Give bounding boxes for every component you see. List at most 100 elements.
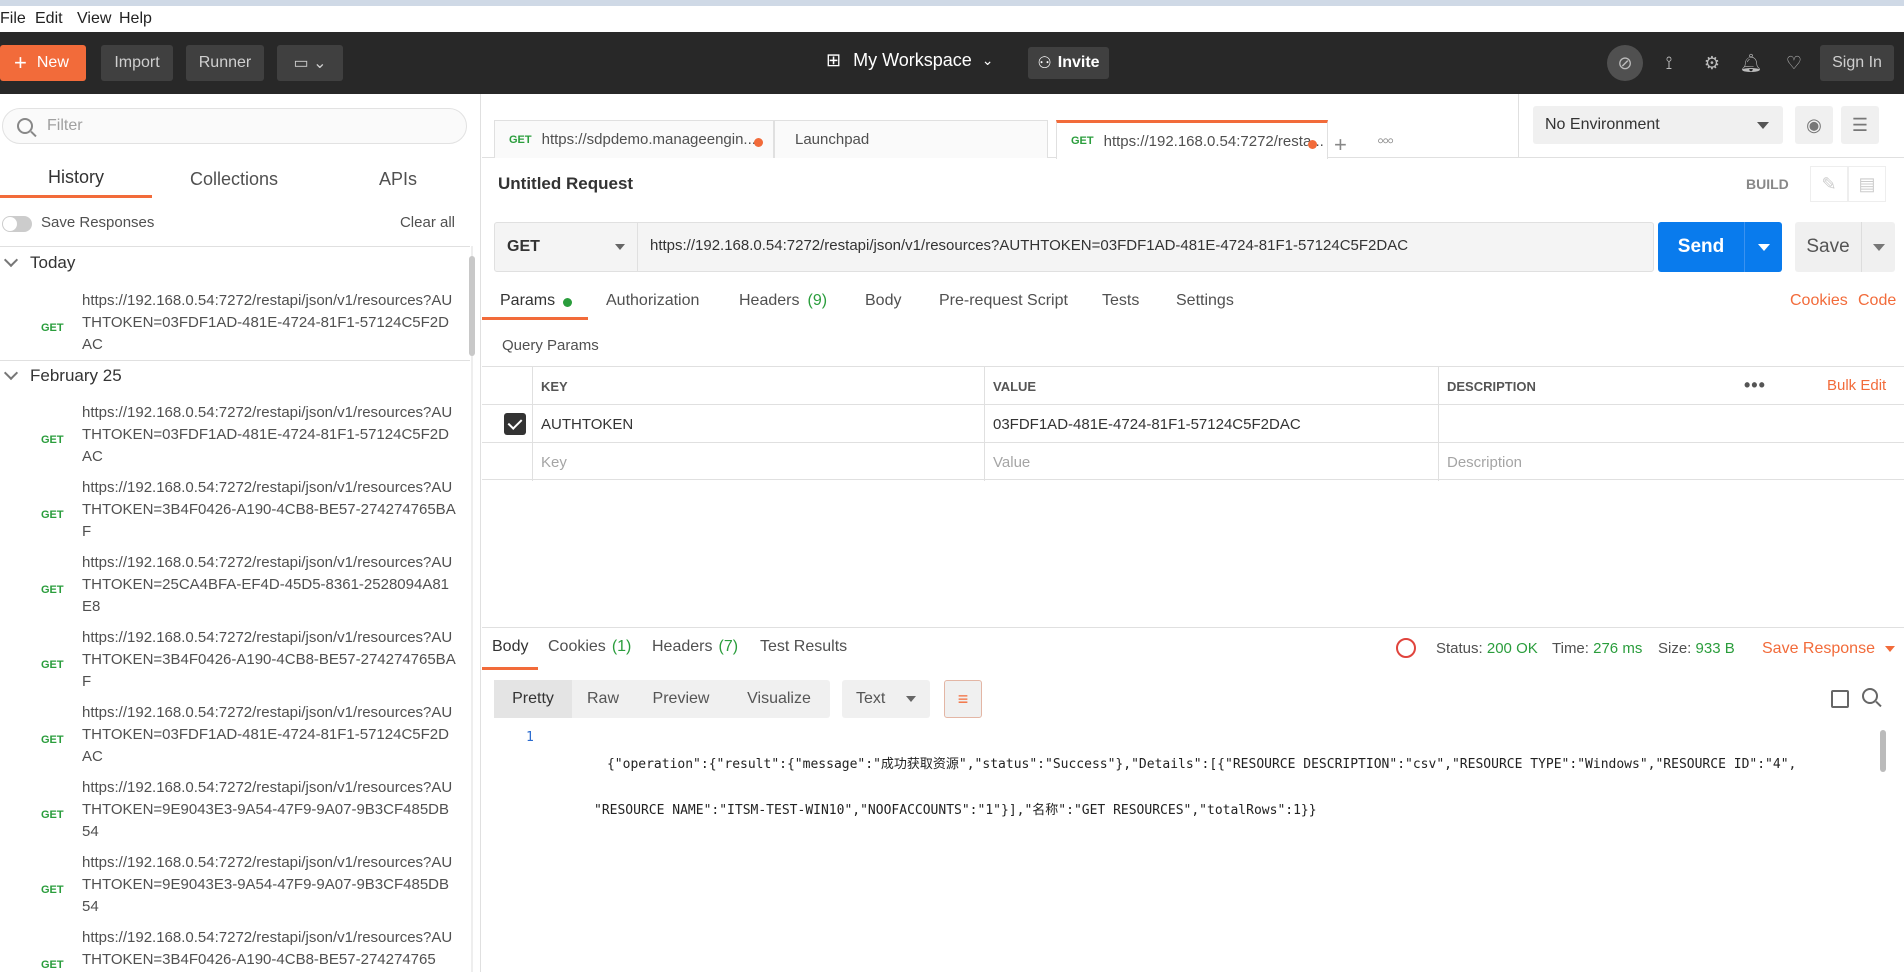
param-value[interactable]: 03FDF1AD-481E-4724-81F1-57124C5F2DAC [984, 405, 1438, 443]
code-line-1: {"operation":{"result":{"message":"成功获取资… [606, 757, 1797, 772]
tab-apis[interactable]: APIs [360, 160, 436, 198]
history-group-february-25[interactable]: February 25 [0, 360, 470, 390]
eye-icon[interactable]: ◉ [1795, 106, 1833, 144]
method-badge: GET [41, 883, 64, 896]
format-select[interactable]: Text [842, 680, 930, 718]
tab-headers[interactable]: Headers (9) [739, 288, 827, 320]
menu-file[interactable]: File [0, 10, 26, 28]
history-item[interactable]: GET https://192.168.0.54:7272/restapi/js… [0, 290, 460, 365]
invite-button[interactable]: ⚇ Invite [1028, 47, 1109, 79]
response-tab-body[interactable]: Body [482, 634, 538, 670]
satellite-icon[interactable]: ⟟ [1654, 48, 1684, 78]
save-response-button[interactable]: Save Response [1762, 640, 1895, 658]
tab-history[interactable]: History [0, 160, 152, 198]
menu-edit[interactable]: Edit [35, 10, 63, 28]
description-placeholder[interactable]: Description [1438, 443, 1904, 481]
request-tab-active[interactable]: GET https://192.168.0.54:7272/resta... [1056, 120, 1328, 159]
globe-icon[interactable] [1396, 638, 1416, 658]
time-value: 276 ms [1593, 640, 1643, 657]
tab-label: Launchpad [795, 131, 870, 148]
more-options-icon[interactable]: ••• [1744, 375, 1766, 396]
tab-params[interactable]: Params [482, 288, 588, 320]
save-responses-toggle[interactable] [2, 216, 32, 232]
query-params-title: Query Params [502, 337, 599, 354]
search-icon[interactable] [1862, 688, 1878, 704]
request-title[interactable]: Untitled Request [498, 174, 633, 194]
response-tab-headers[interactable]: Headers (7) [652, 634, 738, 670]
heart-icon[interactable]: ♡ [1779, 48, 1809, 78]
view-preview[interactable]: Preview [634, 680, 728, 718]
environment-select[interactable]: No Environment [1533, 106, 1783, 144]
new-window-button[interactable]: ▭ ⌄ [277, 45, 343, 81]
key-placeholder[interactable]: Key [532, 443, 984, 481]
method-select[interactable]: GET [495, 223, 638, 271]
time-label: Time: [1552, 640, 1589, 657]
save-button[interactable]: Save [1795, 222, 1895, 272]
save-responses-row: Save Responses Clear all [0, 208, 470, 238]
value-placeholder[interactable]: Value [984, 443, 1438, 481]
history-item[interactable]: GET https://192.168.0.54:7272/restapi/js… [0, 627, 460, 702]
send-button[interactable]: Send [1658, 222, 1782, 272]
url-input[interactable]: https://192.168.0.54:7272/restapi/json/v… [650, 237, 1408, 254]
save-dropdown[interactable] [1861, 222, 1895, 272]
status-value: 200 OK [1486, 640, 1538, 657]
row-checkbox[interactable] [504, 413, 526, 435]
tab-authorization[interactable]: Authorization [606, 288, 699, 320]
history-scrollbar[interactable] [468, 246, 478, 972]
view-visualize[interactable]: Visualize [728, 680, 830, 718]
history-group-today[interactable]: Today [0, 248, 470, 278]
history-item[interactable]: GET https://192.168.0.54:7272/restapi/js… [0, 402, 460, 477]
menu-view[interactable]: View [77, 10, 111, 28]
request-tab[interactable]: GET https://sdpdemo.manageengin... [494, 120, 774, 158]
sliders-icon[interactable]: ☰ [1841, 106, 1879, 144]
window-icon: ▭ ⌄ [293, 55, 327, 72]
history-item[interactable]: GET https://192.168.0.54:7272/restapi/js… [0, 927, 460, 972]
copy-icon[interactable] [1831, 690, 1849, 708]
history-item[interactable]: GET https://192.168.0.54:7272/restapi/js… [0, 702, 460, 777]
request-tab-launchpad[interactable]: Launchpad [774, 120, 1048, 158]
history-item[interactable]: GET https://192.168.0.54:7272/restapi/js… [0, 552, 460, 627]
filter-input[interactable]: Filter [2, 108, 467, 144]
new-button[interactable]: + New [0, 45, 86, 81]
param-key[interactable]: AUTHTOKEN [532, 405, 984, 443]
tab-tests[interactable]: Tests [1102, 288, 1139, 320]
history-item[interactable]: GET https://192.168.0.54:7272/restapi/js… [0, 852, 460, 927]
cookies-link[interactable]: Cookies [1790, 292, 1848, 310]
history-item[interactable]: GET https://192.168.0.54:7272/restapi/js… [0, 477, 460, 552]
history-url: https://192.168.0.54:7272/restapi/json/v… [82, 479, 456, 540]
menu-help[interactable]: Help [119, 10, 152, 28]
code-scrollbar[interactable] [1880, 730, 1886, 772]
code-link[interactable]: Code [1858, 292, 1896, 310]
history-item[interactable]: GET https://192.168.0.54:7272/restapi/js… [0, 777, 460, 852]
runner-button[interactable]: Runner [186, 45, 264, 81]
send-dropdown[interactable] [1744, 222, 1782, 272]
param-description[interactable] [1438, 405, 1904, 443]
view-raw[interactable]: Raw [572, 680, 634, 718]
pencil-icon[interactable]: ✎ [1810, 166, 1848, 202]
clear-all-button[interactable]: Clear all [400, 214, 455, 231]
sync-off-icon[interactable]: ⊘ [1607, 45, 1643, 81]
tab-collections[interactable]: Collections [170, 160, 298, 198]
tab-pre-request-script[interactable]: Pre-request Script [939, 288, 1068, 320]
response-tab-cookies[interactable]: Cookies (1) [548, 634, 631, 670]
tab-body[interactable]: Body [865, 288, 901, 320]
add-tab-icon[interactable]: + [1334, 132, 1347, 158]
comment-icon[interactable]: ▤ [1848, 166, 1886, 202]
import-button[interactable]: Import [101, 45, 173, 81]
history-url: https://192.168.0.54:7272/restapi/json/v… [82, 929, 453, 968]
method-badge: GET [41, 321, 64, 334]
caret-down-icon [615, 244, 625, 250]
bell-icon[interactable]: 🔔︎ [1736, 48, 1766, 78]
menu-bar: File Edit View Help [0, 0, 1904, 32]
workspace-selector[interactable]: ⊞ My Workspace ⌄ [826, 50, 994, 71]
tab-settings[interactable]: Settings [1176, 288, 1234, 320]
response-tab-test-results[interactable]: Test Results [760, 634, 847, 670]
settings-icon[interactable]: ⚙ [1697, 48, 1727, 78]
view-pretty[interactable]: Pretty [494, 680, 572, 718]
bulk-edit-link[interactable]: Bulk Edit [1827, 377, 1886, 394]
scrollbar-thumb[interactable] [469, 256, 475, 356]
sign-in-button[interactable]: Sign In [1820, 45, 1894, 81]
more-tabs-icon[interactable]: ◦◦◦ [1377, 130, 1394, 153]
wrap-lines-icon[interactable]: ≡ [944, 680, 982, 718]
request-tabs: GET https://sdpdemo.manageengin... Launc… [482, 94, 1518, 159]
